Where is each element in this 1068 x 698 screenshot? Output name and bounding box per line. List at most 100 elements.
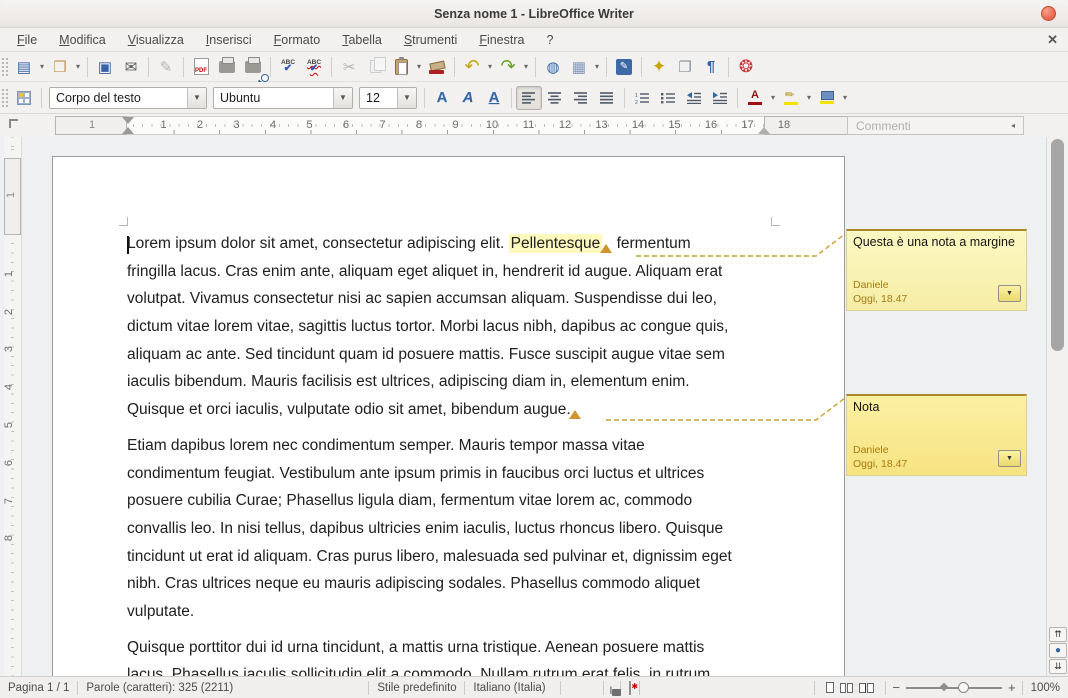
redo-dropdown[interactable]: ▾ — [521, 55, 531, 79]
previous-page-button[interactable]: ⇈ — [1049, 627, 1067, 642]
font-name-combo[interactable]: Ubuntu ▼ — [213, 87, 353, 109]
bold-icon[interactable]: A — [429, 86, 455, 110]
zoom-in-button[interactable]: + — [1008, 680, 1016, 695]
align-left-icon[interactable] — [516, 86, 542, 110]
horizontal-ruler[interactable]: 1 123456789101112131415161718 — [55, 116, 847, 135]
comment-highlighted-word[interactable]: Pellentesque — [509, 234, 603, 253]
chevron-down-icon[interactable]: ▼ — [187, 88, 206, 108]
save-icon[interactable]: ▣ — [92, 55, 118, 79]
print-icon[interactable] — [214, 55, 240, 79]
table-dropdown[interactable]: ▾ — [592, 55, 602, 79]
undo-icon[interactable]: ↶ — [459, 55, 485, 79]
toolbar-grip[interactable] — [2, 58, 8, 76]
next-page-button[interactable]: ⇊ — [1049, 659, 1067, 674]
email-icon[interactable]: ✉ — [118, 55, 144, 79]
document-modified-status[interactable] — [621, 682, 639, 694]
align-center-icon[interactable] — [542, 86, 568, 110]
tab-type-selector-icon[interactable] — [9, 119, 18, 128]
margin-comment-2[interactable]: Nota Daniele Oggi, 18.47 ▼ — [846, 394, 1027, 476]
open-dropdown[interactable]: ▾ — [73, 55, 83, 79]
export-pdf-icon[interactable]: PDF — [188, 55, 214, 79]
spellcheck-icon[interactable]: ABC✔ — [275, 55, 301, 79]
multi-page-view-button[interactable] — [840, 683, 853, 693]
word-count-status[interactable]: Parole (caratteri): 325 (2211) — [78, 682, 368, 694]
vertical-ruler[interactable]: 1 12345678 — [4, 137, 22, 676]
close-document-icon[interactable]: ✕ — [1047, 32, 1058, 48]
numbered-list-icon[interactable]: 12 — [629, 86, 655, 110]
hyperlink-icon[interactable]: ◍ — [540, 55, 566, 79]
left-indent-marker[interactable] — [122, 127, 134, 134]
menu-file[interactable]: File — [6, 30, 48, 50]
highlighting-icon[interactable]: ✎ — [778, 86, 804, 110]
comment-menu-button[interactable]: ▼ — [998, 285, 1021, 302]
copy-icon[interactable] — [362, 55, 388, 79]
italic-icon[interactable]: A — [455, 86, 481, 110]
menu-strumenti[interactable]: Strumenti — [393, 30, 469, 50]
help-icon[interactable]: ❂ — [733, 55, 759, 79]
redo-icon[interactable]: ↷ — [495, 55, 521, 79]
scrollbar-thumb[interactable] — [1051, 139, 1064, 351]
gallery-icon[interactable]: ❐ — [672, 55, 698, 79]
table-icon[interactable]: ▦ — [566, 55, 592, 79]
formatting-marks-icon[interactable]: ¶ — [698, 55, 724, 79]
justify-icon[interactable] — [594, 86, 620, 110]
background-color-icon[interactable] — [814, 86, 840, 110]
paragraph-style-combo[interactable]: Corpo del testo ▼ — [49, 87, 207, 109]
new-document-dropdown[interactable]: ▾ — [37, 55, 47, 79]
align-right-icon[interactable] — [568, 86, 594, 110]
comments-header-button[interactable]: Commenti ◂ — [847, 116, 1024, 135]
chevron-down-icon[interactable]: ▼ — [333, 88, 352, 108]
zoom-percentage[interactable]: 100% — [1023, 682, 1068, 694]
clone-formatting-icon[interactable] — [424, 55, 450, 79]
comment-anchor-icon[interactable] — [569, 410, 581, 419]
edit-mode-icon[interactable]: ✎ — [153, 55, 179, 79]
underline-icon[interactable]: A — [481, 86, 507, 110]
decrease-indent-icon[interactable] — [681, 86, 707, 110]
vertical-scrollbar[interactable]: ⇈ ● ⇊ — [1046, 137, 1068, 676]
auto-spellcheck-icon[interactable]: ABC✔ — [301, 55, 327, 79]
increase-indent-icon[interactable] — [707, 86, 733, 110]
comment-text[interactable]: Nota — [853, 400, 1020, 414]
undo-dropdown[interactable]: ▾ — [485, 55, 495, 79]
page-number-status[interactable]: Pagina 1 / 1 — [0, 682, 77, 694]
paste-dropdown[interactable]: ▾ — [414, 55, 424, 79]
background-color-dropdown[interactable]: ▾ — [840, 86, 850, 110]
margin-comment-1[interactable]: Questa è una nota a margine Daniele Oggi… — [846, 229, 1027, 311]
cut-icon[interactable]: ✂ — [336, 55, 362, 79]
navigator-icon[interactable]: ✦ — [646, 55, 672, 79]
draw-functions-icon[interactable]: ✎ — [611, 55, 637, 79]
book-view-button[interactable] — [859, 683, 874, 693]
menu-tabella[interactable]: Tabella — [331, 30, 393, 50]
document-page[interactable]: Lorem ipsum dolor sit amet, consectetur … — [52, 156, 845, 676]
comment-menu-button[interactable]: ▼ — [998, 450, 1021, 467]
single-page-view-button[interactable] — [826, 682, 834, 693]
zoom-slider[interactable] — [906, 687, 1002, 689]
zoom-slider-handle[interactable] — [958, 682, 969, 693]
menu-modifica[interactable]: Modifica — [48, 30, 117, 50]
menu-help[interactable]: ? — [535, 30, 564, 50]
page-style-status[interactable]: Stile predefinito — [369, 682, 464, 694]
right-indent-marker[interactable] — [758, 127, 770, 134]
menu-visualizza[interactable]: Visualizza — [117, 30, 195, 50]
toolbar-grip[interactable] — [2, 89, 8, 107]
open-icon[interactable]: ❒ — [47, 55, 73, 79]
highlighting-dropdown[interactable]: ▾ — [804, 86, 814, 110]
paste-icon[interactable] — [388, 55, 414, 79]
language-status[interactable]: Italiano (Italia) — [465, 682, 560, 694]
chevron-down-icon[interactable]: ▼ — [397, 88, 416, 108]
paragraph-style-icon[interactable] — [11, 86, 37, 110]
navigation-button[interactable]: ● — [1049, 643, 1067, 658]
font-color-dropdown[interactable]: ▾ — [768, 86, 778, 110]
new-document-icon[interactable]: ▤ — [11, 55, 37, 79]
zoom-out-button[interactable]: − — [892, 680, 900, 695]
print-preview-icon[interactable] — [240, 55, 266, 79]
comment-text[interactable]: Questa è una nota a margine — [853, 235, 1020, 249]
bullet-list-icon[interactable] — [655, 86, 681, 110]
font-color-icon[interactable]: A — [742, 86, 768, 110]
menu-finestra[interactable]: Finestra — [468, 30, 535, 50]
comment-anchor-icon[interactable] — [600, 244, 612, 253]
menu-inserisci[interactable]: Inserisci — [195, 30, 263, 50]
first-line-indent-marker[interactable] — [122, 117, 134, 124]
menu-formato[interactable]: Formato — [263, 30, 332, 50]
font-size-combo[interactable]: 12 ▼ — [359, 87, 417, 109]
